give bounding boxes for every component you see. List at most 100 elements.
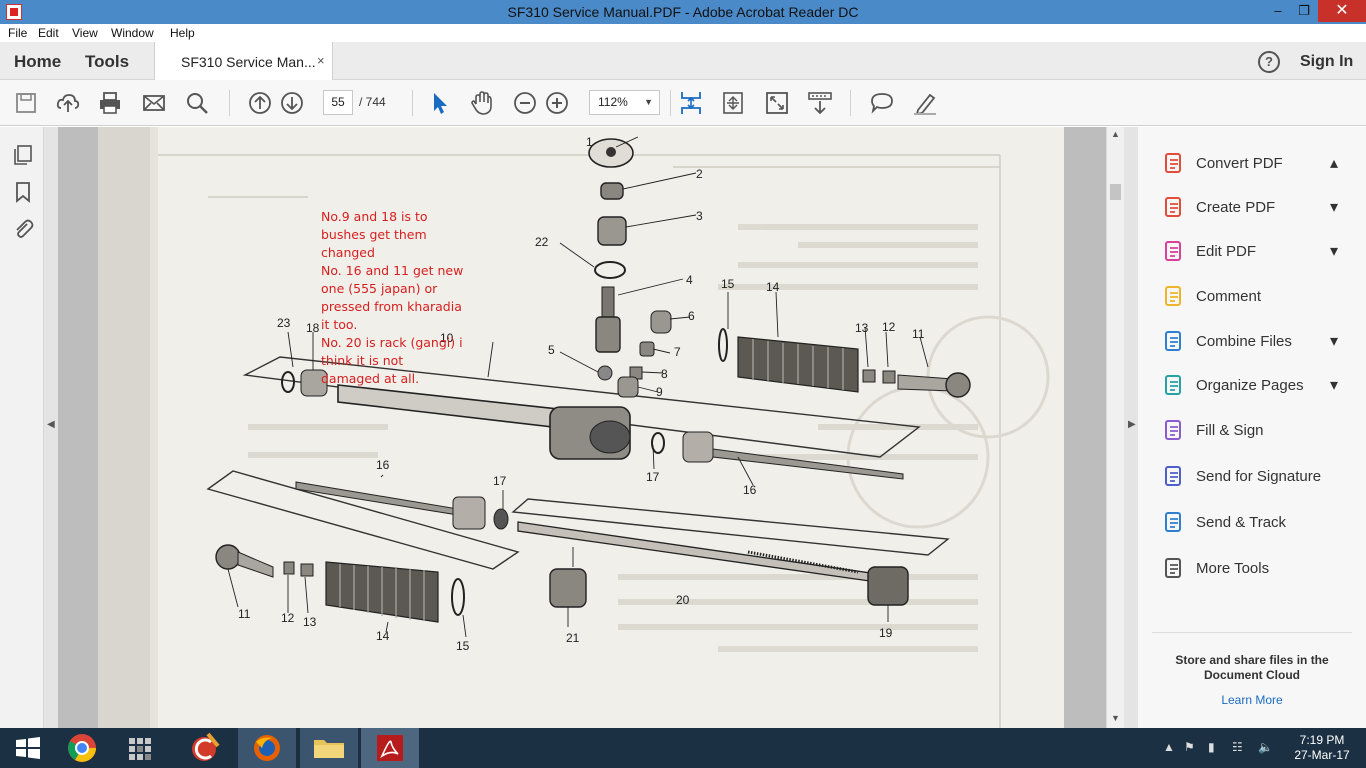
- chevron-down-icon[interactable]: ▾: [1330, 331, 1338, 351]
- chrome-icon[interactable]: [58, 728, 116, 768]
- tool-send-signature[interactable]: Send for Signature: [1162, 460, 1362, 490]
- full-screen-icon[interactable]: [764, 90, 790, 116]
- page-down-icon[interactable]: [279, 90, 305, 116]
- window-title: SF310 Service Manual.PDF - Adobe Acrobat…: [507, 4, 859, 20]
- clock-time: 7:19 PM: [1299, 733, 1345, 747]
- save-icon[interactable]: [13, 90, 39, 116]
- part-number-label: 9: [656, 385, 663, 399]
- menu-window[interactable]: Window: [111, 26, 154, 40]
- tool-convert-pdf[interactable]: Convert PDF ▴: [1162, 147, 1362, 177]
- scroll-down-icon[interactable]: ▼: [1111, 713, 1120, 723]
- combine-files-icon: [1165, 331, 1181, 351]
- page-number-input[interactable]: 55: [323, 90, 353, 115]
- tool-fill-sign[interactable]: Fill & Sign: [1162, 414, 1362, 444]
- chevron-down-icon[interactable]: ▾: [1330, 375, 1338, 395]
- annotation-line: think it is not: [321, 353, 404, 368]
- tool-combine-files[interactable]: Combine Files ▾: [1162, 325, 1362, 355]
- volume-icon[interactable]: 🔈: [1258, 740, 1273, 754]
- folder-icon[interactable]: [300, 728, 358, 768]
- comment-icon[interactable]: [869, 90, 895, 116]
- tool-send-track[interactable]: Send & Track: [1162, 506, 1362, 536]
- system-clock[interactable]: 7:19 PM 27-Mar-17: [1282, 733, 1362, 763]
- attachment-icon[interactable]: [12, 218, 34, 240]
- tool-create-pdf[interactable]: Create PDF ▾: [1162, 191, 1362, 221]
- part-number-label: 23: [277, 316, 291, 330]
- tool-label: Fill & Sign: [1196, 422, 1264, 439]
- more-tools-icon: [1165, 558, 1181, 578]
- menu-edit[interactable]: Edit: [38, 26, 59, 40]
- part-number-label: 13: [855, 321, 869, 335]
- part-number-label: 16: [743, 483, 757, 497]
- tool-label: Convert PDF: [1196, 155, 1283, 172]
- close-button[interactable]: ✕: [1318, 0, 1366, 22]
- organize-pages-icon: [1165, 375, 1181, 395]
- upload-icon[interactable]: [55, 90, 81, 116]
- menu-file[interactable]: File: [8, 26, 27, 40]
- zoom-select[interactable]: 112% ▼: [589, 90, 660, 115]
- sign-in-button[interactable]: Sign In: [1300, 53, 1353, 71]
- tool-label: Edit PDF: [1196, 243, 1257, 260]
- menu-help[interactable]: Help: [170, 26, 195, 40]
- select-cursor-icon[interactable]: [426, 90, 452, 116]
- scrollbar-thumb[interactable]: [1110, 184, 1121, 200]
- tab-document[interactable]: SF310 Service Man... ×: [154, 42, 333, 81]
- tool-more-tools[interactable]: More Tools: [1162, 552, 1362, 582]
- tool-edit-pdf[interactable]: Edit PDF ▾: [1162, 235, 1362, 265]
- help-icon[interactable]: ?: [1258, 51, 1280, 73]
- print-icon[interactable]: [97, 90, 123, 116]
- maximize-button[interactable]: ❐: [1290, 0, 1318, 22]
- chevron-down-icon: ▼: [644, 97, 653, 107]
- vertical-scrollbar[interactable]: ▲ ▼: [1106, 127, 1124, 728]
- toolbar-separator: [229, 90, 230, 116]
- bookmark-icon[interactable]: [12, 181, 34, 203]
- acrobat-icon[interactable]: [361, 728, 419, 768]
- part-number-label: 6: [688, 309, 695, 323]
- cloud-promo-line-1: Store and share files in the: [1175, 653, 1329, 667]
- pane-divider: [1152, 632, 1352, 633]
- tool-label: Comment: [1196, 288, 1262, 305]
- tool-comment[interactable]: Comment: [1162, 280, 1362, 310]
- pages-icon[interactable]: [12, 144, 34, 166]
- chevron-down-icon[interactable]: ▾: [1330, 241, 1338, 261]
- firefox-icon[interactable]: [238, 728, 296, 768]
- search-icon[interactable]: [184, 90, 210, 116]
- tray-expand-icon[interactable]: ▲: [1163, 740, 1175, 754]
- part-number-label: 14: [766, 280, 780, 294]
- learn-more-link[interactable]: Learn More: [1152, 693, 1352, 707]
- part-number-label: 11: [912, 327, 925, 341]
- email-icon[interactable]: [141, 90, 167, 116]
- highlight-pen-icon[interactable]: [912, 90, 938, 116]
- chevron-left-icon: ◀: [47, 419, 55, 430]
- minimize-button[interactable]: –: [1264, 0, 1292, 22]
- annotation-line: No.9 and 18 is to: [321, 209, 428, 224]
- chevron-down-icon[interactable]: ▾: [1330, 197, 1338, 217]
- document-viewport[interactable]: 1 2 3 4 5 6 7 8 9 10 11 12 13 14 15 16 17 18 19 20 21 22 23 11 1…: [58, 127, 1106, 728]
- ccleaner-icon[interactable]: [178, 728, 236, 768]
- file-explorer-grid-icon[interactable]: [116, 728, 174, 768]
- collapse-right-pane-handle[interactable]: ▶: [1124, 127, 1138, 728]
- start-icon[interactable]: [0, 728, 58, 768]
- menu-view[interactable]: View: [72, 26, 98, 40]
- tool-label: More Tools: [1196, 560, 1270, 577]
- battery-icon[interactable]: ▮: [1208, 740, 1215, 754]
- comment-icon: [1165, 286, 1181, 306]
- part-number-label: 2: [696, 167, 703, 181]
- read-mode-icon[interactable]: [807, 90, 833, 116]
- fit-page-icon[interactable]: [678, 90, 704, 116]
- network-icon[interactable]: ☷: [1232, 740, 1243, 754]
- tool-organize-pages[interactable]: Organize Pages ▾: [1162, 369, 1362, 399]
- scroll-mode-icon[interactable]: [720, 90, 746, 116]
- scroll-up-icon[interactable]: ▲: [1111, 129, 1120, 139]
- page-up-icon[interactable]: [247, 90, 273, 116]
- close-tab-icon[interactable]: ×: [317, 53, 325, 68]
- hand-icon[interactable]: [469, 90, 495, 116]
- tab-home[interactable]: Home: [14, 52, 61, 72]
- tab-tools[interactable]: Tools: [85, 52, 129, 72]
- part-number-label: 22: [535, 235, 549, 249]
- collapse-left-pane-handle[interactable]: ◀: [44, 127, 58, 728]
- annotation-line: bushes get them: [321, 227, 427, 242]
- zoom-out-icon[interactable]: [512, 90, 538, 116]
- flag-icon[interactable]: ⚑: [1184, 740, 1195, 754]
- chevron-up-icon[interactable]: ▴: [1330, 153, 1338, 173]
- zoom-in-icon[interactable]: [544, 90, 570, 116]
